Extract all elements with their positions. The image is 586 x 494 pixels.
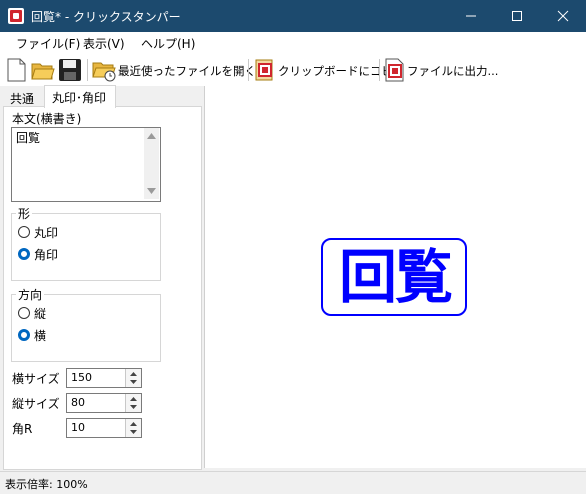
save-button[interactable] [58,58,82,82]
toolbar-separator [248,59,249,81]
tab-common[interactable]: 共通 [3,88,43,106]
corner-label: 角R [12,422,33,436]
width-spin-buttons[interactable] [125,369,141,387]
recent-folder-clock-icon [92,62,116,82]
clipboard-stamp-icon [255,59,273,81]
menu-file[interactable]: ファイル(F) [16,35,80,52]
toolbar: 最近使ったファイルを開く... クリップボードにコピー ファイルに出力... [0,54,586,86]
width-label: 横サイズ [12,372,60,386]
corner-spin-buttons[interactable] [125,419,141,437]
height-spin-buttons[interactable] [125,394,141,412]
radio-round[interactable] [18,226,30,238]
menu-view[interactable]: 表示(V) [83,35,125,52]
radio-vertical-label[interactable]: 縦 [34,305,46,322]
body-scrollbar[interactable] [144,128,159,199]
radio-square-label[interactable]: 角印 [34,246,58,263]
maximize-button[interactable] [494,0,540,32]
stamp-preview-text: 回覧 [338,243,453,311]
new-file-icon [7,58,26,82]
file-stamp-icon [385,58,404,82]
height-value: 80 [71,396,85,409]
radio-vertical[interactable] [18,307,30,319]
copy-clipboard-button[interactable] [253,58,277,82]
shape-group-title: 形 [16,205,33,222]
minimize-icon [466,15,476,17]
toolbar-separator [379,59,380,81]
output-file-label[interactable]: ファイルに出力... [407,63,498,79]
spin-updown-icon [130,422,137,434]
open-folder-icon [31,63,55,80]
body-text-label: 本文(横書き) [12,112,82,126]
tab-stamp[interactable]: 丸印･角印 [44,85,116,108]
scroll-up-icon[interactable] [147,133,156,139]
height-stepper[interactable]: 80 [66,393,142,413]
radio-horizontal-label[interactable]: 横 [34,327,46,344]
width-stepper[interactable]: 150 [66,368,142,388]
status-bar: 表示倍率: 100% [0,471,586,494]
title-bar: 回覧* - クリックスタンパー [0,0,586,32]
spin-updown-icon [130,372,137,384]
recent-files-label[interactable]: 最近使ったファイルを開く... [118,63,267,79]
height-label: 縦サイズ [12,397,60,411]
close-button[interactable] [540,0,586,32]
radio-horizontal[interactable] [18,329,30,341]
app-stamp-icon[interactable] [8,8,24,24]
spin-updown-icon [130,397,137,409]
radio-square[interactable] [18,248,30,260]
body-textarea-value: 回覧 [16,131,41,145]
body-textarea[interactable]: 回覧 [11,127,161,202]
close-icon [557,10,569,22]
maximize-icon [512,11,522,21]
window-title: 回覧* - クリックスタンパー [31,10,181,24]
tab-stamp-label: 丸印･角印 [52,91,107,105]
open-folder-button[interactable] [31,58,55,82]
toolbar-separator [87,59,88,81]
scroll-down-icon[interactable] [147,188,156,194]
menu-bar: ファイル(F) 表示(V) ヘルプ(H) [0,32,586,54]
recent-files-button[interactable] [92,58,116,82]
direction-group-title: 方向 [16,286,45,303]
corner-stepper[interactable]: 10 [66,418,142,438]
output-file-button[interactable] [383,58,407,82]
save-floppy-icon [59,59,81,81]
new-file-button[interactable] [5,58,29,82]
zoom-status: 表示倍率: 100% [5,478,88,491]
minimize-button[interactable] [448,0,494,32]
tab-common-label: 共通 [10,92,35,106]
radio-round-label[interactable]: 丸印 [34,224,58,241]
corner-value: 10 [71,421,85,434]
width-value: 150 [71,371,92,384]
menu-help[interactable]: ヘルプ(H) [141,35,195,52]
